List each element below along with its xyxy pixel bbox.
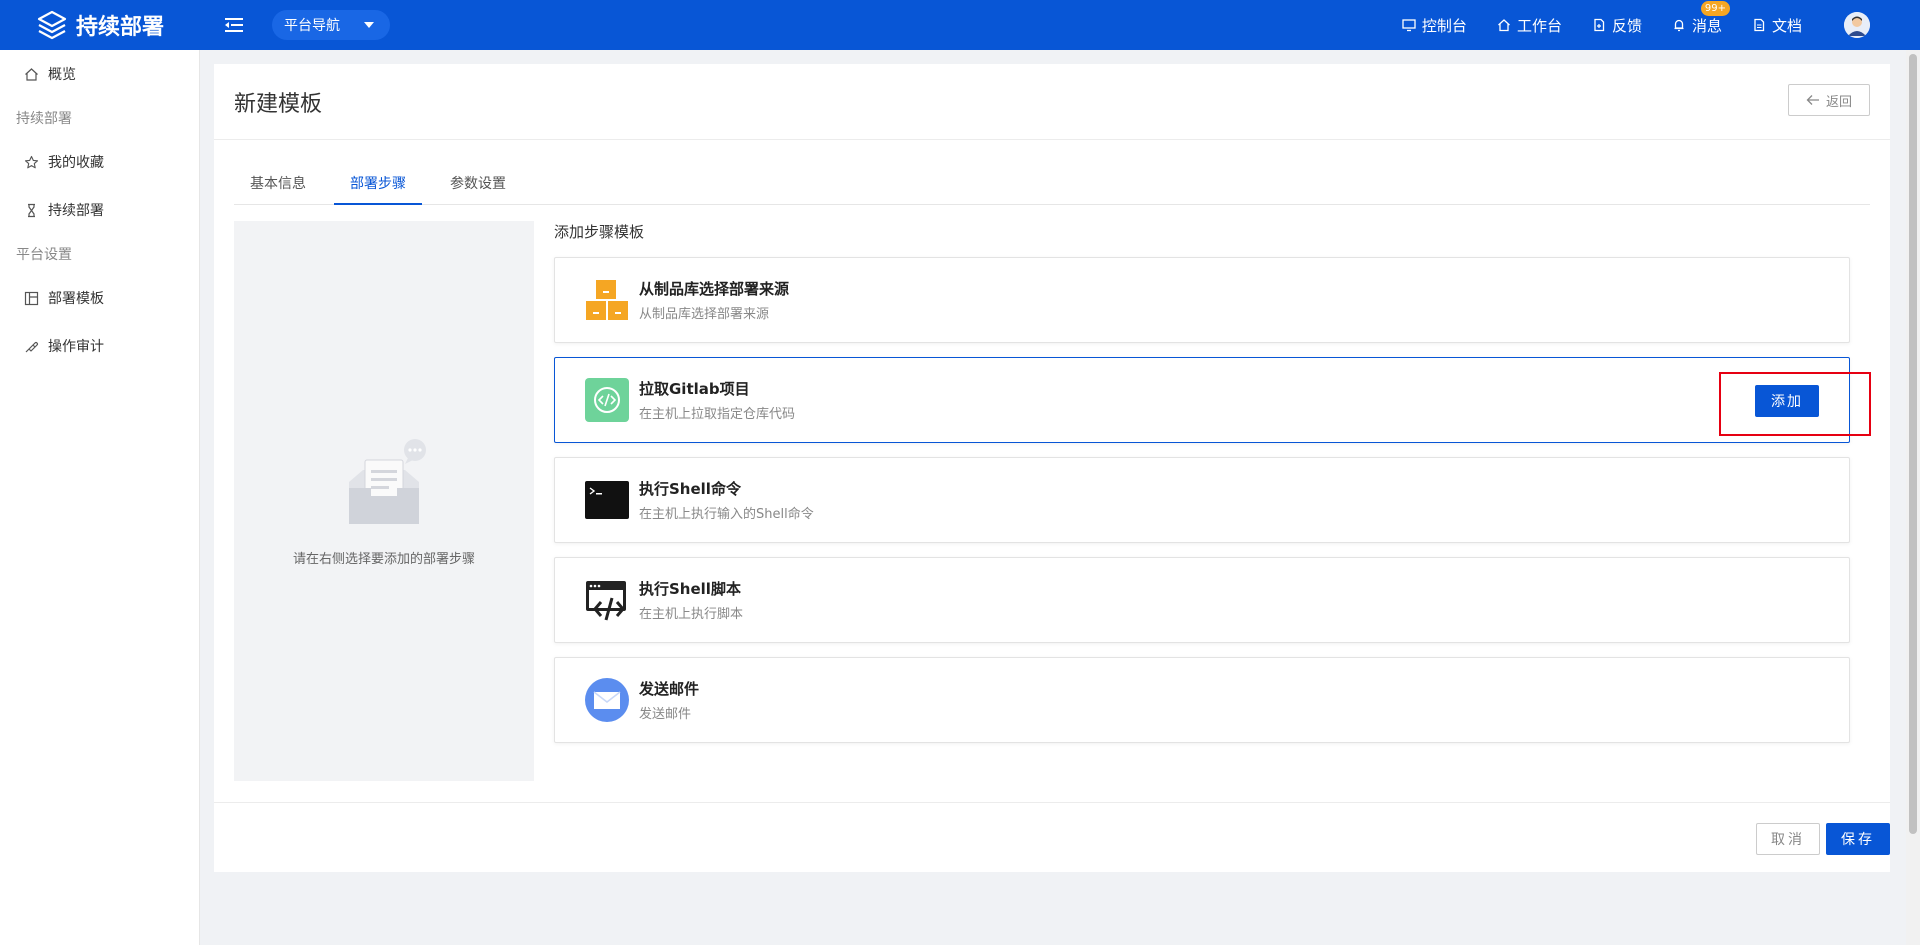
- message-count-badge: 99+: [1700, 0, 1730, 16]
- template-name: 发送邮件: [639, 680, 700, 698]
- feedback-link[interactable]: 反馈: [1592, 15, 1642, 36]
- menu-toggle-button[interactable]: [222, 13, 246, 37]
- main-panel: 新建模板 返回 基本信息 部署步骤 参数设置 请在右侧选择要添加的部署步骤 添加…: [214, 64, 1890, 872]
- sidebar-item-label: 概览: [48, 67, 76, 83]
- platform-nav-label: 平台导航: [284, 18, 340, 34]
- menu-fold-icon: [225, 18, 243, 32]
- template-name: 从制品库选择部署来源: [639, 280, 790, 298]
- feedback-icon: [1594, 18, 1605, 32]
- bell-icon: [1674, 19, 1684, 32]
- sidebar-item-label: 我的收藏: [48, 155, 104, 171]
- scrollbar-thumb[interactable]: [1909, 54, 1917, 834]
- template-card-shell-script[interactable]: 执行Shell脚本 在主机上执行脚本: [554, 557, 1850, 643]
- console-link[interactable]: 控制台: [1402, 15, 1467, 36]
- sidebar-item-templates[interactable]: 部署模板: [0, 274, 199, 322]
- document-icon: [1754, 18, 1765, 32]
- sidebar-group-settings: 平台设置: [16, 247, 72, 263]
- console-link-label: 控制台: [1421, 16, 1467, 35]
- feedback-link-label: 反馈: [1611, 16, 1642, 35]
- star-icon: [24, 155, 39, 168]
- template-desc: 在主机上执行输入的Shell命令: [639, 507, 814, 522]
- add-step-button[interactable]: 添加: [1755, 385, 1819, 417]
- user-avatar-icon: [1844, 12, 1870, 38]
- back-button[interactable]: 返回: [1788, 84, 1870, 116]
- sidebar-item-label: 操作审计: [48, 339, 104, 355]
- save-button[interactable]: 保存: [1826, 823, 1890, 855]
- monitor-icon: [1402, 19, 1416, 32]
- empty-hint-text: 请在右侧选择要添加的部署步骤: [292, 551, 475, 567]
- sidebar-item-deploy[interactable]: 持续部署: [0, 186, 199, 234]
- app-brand[interactable]: 持续部署: [0, 0, 200, 50]
- template-name: 执行Shell命令: [639, 480, 741, 498]
- arrow-left-icon: [1806, 95, 1819, 105]
- panel-header: 新建模板 返回: [214, 64, 1890, 140]
- script-icon: [585, 578, 629, 622]
- gitlab-code-icon: [585, 378, 629, 422]
- tab-bar: 基本信息 部署步骤 参数设置: [234, 164, 1870, 205]
- platform-nav-dropdown[interactable]: 平台导航: [272, 10, 390, 40]
- templates-title: 添加步骤模板: [554, 223, 645, 241]
- workbench-link[interactable]: 工作台: [1497, 15, 1562, 36]
- template-desc: 发送邮件: [639, 707, 692, 722]
- top-right-links: 控制台 工作台 反馈 消息 99+ 文档: [1372, 0, 1870, 50]
- sidebar: 概览 持续部署 我的收藏 持续部署 平台设置 部署模板 操作审计: [0, 50, 200, 945]
- sidebar-group-deploy: 持续部署: [16, 111, 72, 127]
- template-card-email[interactable]: 发送邮件 发送邮件: [554, 657, 1850, 743]
- workbench-link-label: 工作台: [1516, 16, 1562, 35]
- tab-parameters[interactable]: 参数设置: [434, 164, 522, 205]
- empty-inbox-icon: [349, 438, 426, 524]
- template-card-shell-command[interactable]: 执行Shell命令 在主机上执行输入的Shell命令: [554, 457, 1850, 543]
- layout-icon: [24, 291, 39, 305]
- audit-icon: [25, 341, 38, 352]
- template-desc: 从制品库选择部署来源: [639, 307, 770, 322]
- messages-link[interactable]: 消息 99+: [1672, 0, 1730, 36]
- tab-basic-info[interactable]: 基本信息: [234, 164, 322, 205]
- messages-link-label: 消息: [1691, 16, 1722, 35]
- sidebar-item-audit[interactable]: 操作审计: [0, 322, 199, 370]
- app-title: 持续部署: [75, 15, 164, 40]
- sidebar-item-label: 持续部署: [48, 203, 104, 219]
- page-title: 新建模板: [234, 91, 323, 117]
- sidebar-item-label: 部署模板: [48, 291, 104, 307]
- sidebar-item-overview[interactable]: 概览: [0, 50, 199, 98]
- hourglass-icon: [28, 203, 35, 217]
- home-icon: [25, 67, 38, 81]
- mail-icon: [585, 678, 629, 722]
- page-scrollbar[interactable]: [1906, 50, 1920, 945]
- back-button-label: 返回: [1825, 94, 1852, 110]
- template-name: 拉取Gitlab项目: [639, 380, 750, 398]
- step-templates-list: 添加步骤模板 从制品库选择部署来源 从制品库选择部署来源 拉取Gitlab项目 …: [554, 221, 1871, 743]
- template-desc: 在主机上执行脚本: [639, 607, 744, 622]
- template-card-artifact[interactable]: 从制品库选择部署来源 从制品库选择部署来源: [554, 257, 1850, 343]
- sidebar-item-favorites[interactable]: 我的收藏: [0, 138, 199, 186]
- top-navigation-bar: 持续部署 平台导航 控制台 工作台 反馈 消息 99+ 文档: [0, 0, 1920, 50]
- docs-link-label: 文档: [1771, 16, 1802, 35]
- selected-steps-area: 请在右侧选择要添加的部署步骤: [234, 221, 534, 781]
- user-avatar[interactable]: [1844, 12, 1870, 38]
- docs-link[interactable]: 文档: [1752, 15, 1802, 36]
- template-desc: 在主机上拉取指定仓库代码: [639, 407, 796, 422]
- home-icon: [1498, 19, 1510, 32]
- template-card-gitlab[interactable]: 拉取Gitlab项目 在主机上拉取指定仓库代码 添加: [554, 357, 1871, 443]
- panel-footer: 取消 保存: [214, 802, 1890, 872]
- cancel-button[interactable]: 取消: [1756, 823, 1820, 855]
- terminal-icon: [585, 478, 629, 522]
- template-name: 执行Shell脚本: [639, 580, 741, 598]
- tab-deploy-steps[interactable]: 部署步骤: [334, 164, 422, 205]
- layers-logo-icon: [37, 10, 67, 40]
- caret-down-icon: [364, 22, 374, 28]
- artifact-boxes-icon: [585, 278, 629, 322]
